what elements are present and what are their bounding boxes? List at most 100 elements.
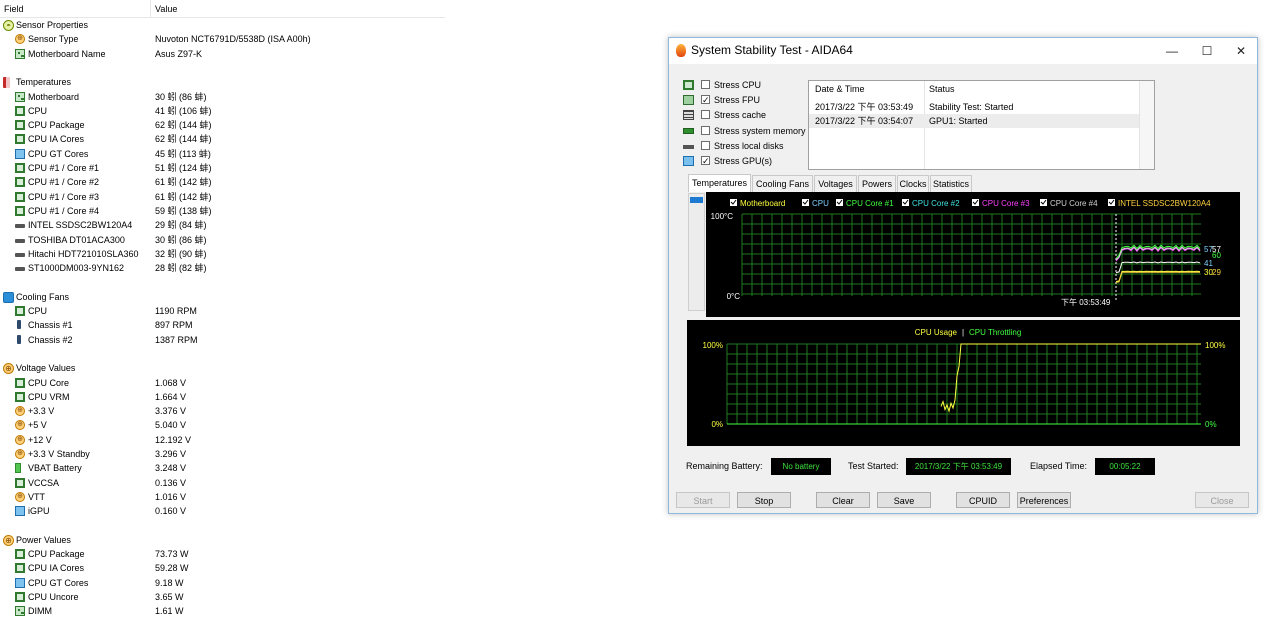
gpu-icon — [15, 577, 25, 588]
field-label: DIMM — [28, 606, 52, 617]
field-value: 9.18 W — [155, 577, 184, 588]
sensor-section-header[interactable]: Cooling Fans — [0, 290, 440, 304]
sensor-section-header[interactable]: Temperatures — [0, 75, 440, 89]
sensor-row[interactable]: CPU VRM 1.664 V — [0, 390, 440, 404]
sensor-row[interactable]: TOSHIBA DT01ACA300 30 蚓 (86 蚌) — [0, 233, 440, 247]
sensor-row[interactable]: ST1000DM003-9YN162 28 蚓 (82 蚌) — [0, 261, 440, 275]
stress-checkbox[interactable] — [701, 80, 710, 89]
graph-selector-strip[interactable] — [688, 193, 705, 311]
sensor-row[interactable]: Chassis #2 1387 RPM — [0, 333, 440, 347]
section-label: Voltage Values — [16, 363, 76, 374]
sensor-row[interactable]: CPU Uncore 3.65 W — [0, 590, 440, 604]
field-label: +12 V — [28, 434, 52, 445]
log-row-1-date[interactable]: 2017/3/22 下午 03:53:49 — [815, 100, 913, 114]
voltage-icon: ⊕ — [15, 406, 25, 417]
log-row-1-status[interactable]: Stability Test: Started — [929, 100, 1013, 114]
sensor-row[interactable]: INTEL SSDSC2BW120A4 29 蚓 (84 蚌) — [0, 218, 440, 232]
sensor-row[interactable]: CPU Package 62 蚓 (144 蚌) — [0, 118, 440, 132]
sensor-row[interactable]: CPU IA Cores 62 蚓 (144 蚌) — [0, 132, 440, 146]
sensor-row[interactable]: ⊕ +5 V 5.040 V — [0, 418, 440, 432]
tab-temperatures[interactable]: Temperatures — [688, 174, 751, 192]
sensor-row[interactable]: ⊕ +3.3 V 3.376 V — [0, 404, 440, 418]
column-header-field[interactable]: Field — [4, 4, 24, 14]
sensor-row[interactable]: ⊕ VTT 1.016 V — [0, 490, 440, 504]
sensor-row[interactable]: CPU Package 73.73 W — [0, 547, 440, 561]
disk-icon — [683, 144, 694, 149]
tab-powers[interactable]: Powers — [858, 175, 896, 192]
stress-option[interactable]: ✓ Stress GPU(s) — [683, 154, 813, 169]
legend-label: CPU — [812, 199, 829, 208]
maximize-button[interactable]: ☐ — [1190, 38, 1224, 64]
close-window-button[interactable]: ✕ — [1224, 38, 1258, 64]
sensor-row[interactable]: CPU GT Cores 45 蚓 (113 蚌) — [0, 147, 440, 161]
sensor-row[interactable]: CPU IA Cores 59.28 W — [0, 561, 440, 575]
voltage-icon: ⊕ — [15, 449, 25, 459]
sensor-row[interactable]: VCCSA 0.136 V — [0, 476, 440, 490]
sensor-row[interactable]: Motherboard Name Asus Z97-K — [0, 47, 440, 61]
tab-clocks[interactable]: Clocks — [897, 175, 929, 192]
cpu-icon — [15, 391, 25, 402]
tab-statistics[interactable]: Statistics — [930, 175, 972, 192]
stress-option[interactable]: Stress local disks — [683, 139, 813, 154]
log-row-2-status[interactable]: GPU1: Started — [929, 114, 988, 128]
temp-y-max-label: 100°C — [711, 212, 734, 221]
field-value: Asus Z97-K — [155, 48, 203, 59]
minimize-button[interactable]: — — [1155, 38, 1189, 64]
sensor-row[interactable]: CPU GT Cores 9.18 W — [0, 576, 440, 590]
event-log-table[interactable]: Date & Time Status 2017/3/22 下午 03:53:49… — [808, 80, 1155, 170]
temperature-current-values: 57 57604130 29 — [1204, 245, 1221, 277]
sensor-section-header[interactable]: ◓ Sensor Properties — [0, 18, 440, 32]
sensor-row[interactable]: Hitachi HDT721010SLA360 32 蚓 (90 蚌) — [0, 247, 440, 261]
stress-checkbox[interactable]: ✓ — [701, 95, 710, 105]
motherboard-icon — [15, 48, 25, 59]
stress-option-label: Stress system memory — [714, 125, 806, 136]
stress-option[interactable]: Stress system memory — [683, 124, 813, 139]
sensor-row[interactable]: CPU #1 / Core #2 61 蚓 (142 蚌) — [0, 175, 440, 189]
clear-button[interactable]: Clear — [816, 492, 870, 508]
voltage-icon: ⊕ — [15, 434, 25, 445]
tab-cooling-fans[interactable]: Cooling Fans — [752, 175, 813, 192]
sensor-row[interactable]: CPU 41 蚓 (106 蚌) — [0, 104, 440, 118]
sensor-row[interactable]: CPU #1 / Core #4 59 蚓 (138 蚌) — [0, 204, 440, 218]
stress-option[interactable]: ✓ Stress FPU — [683, 93, 813, 108]
sensor-row[interactable]: CPU #1 / Core #1 51 蚓 (124 蚌) — [0, 161, 440, 175]
save-button[interactable]: Save — [877, 492, 931, 508]
sensor-row[interactable]: Motherboard 30 蚓 (86 蚌) — [0, 90, 440, 104]
sensor-row[interactable]: VBAT Battery 3.248 V — [0, 461, 440, 475]
cpu-icon — [15, 163, 25, 173]
cpuid-button[interactable]: CPUID — [956, 492, 1010, 508]
stress-checkbox[interactable] — [701, 140, 710, 150]
stress-option[interactable]: Stress CPU — [683, 78, 813, 93]
stop-button[interactable]: Stop — [737, 492, 791, 508]
tab-voltages[interactable]: Voltages — [814, 175, 857, 192]
sensor-row[interactable]: DIMM 1.61 W — [0, 604, 440, 618]
stress-checkbox[interactable]: ✓ — [701, 156, 710, 166]
log-row-2-date[interactable]: 2017/3/22 下午 03:54:07 — [815, 114, 913, 128]
temperature-grid — [741, 213, 1201, 296]
close-button[interactable]: Close — [1195, 492, 1249, 508]
sensor-row[interactable]: CPU Core 1.068 V — [0, 376, 440, 390]
sensor-row[interactable]: Chassis #1 897 RPM — [0, 318, 440, 332]
column-header-value[interactable]: Value — [155, 4, 177, 14]
sensor-row[interactable]: ⊕ +3.3 V Standby 3.296 V — [0, 447, 440, 461]
sensor-row[interactable]: ⊕ Sensor Type Nuvoton NCT6791D/5538D (ISA … — [0, 32, 440, 46]
field-value: 62 蚓 (144 蚌) — [155, 134, 212, 145]
sensor-icon: ◓ — [3, 20, 14, 31]
preferences-button[interactable]: Preferences — [1017, 492, 1071, 508]
stress-option[interactable]: Stress cache — [683, 108, 813, 123]
sensor-section-header[interactable]: ⊕ Voltage Values — [0, 361, 440, 375]
sensor-section-header[interactable]: ⊕ Power Values — [0, 533, 440, 547]
stress-checkbox[interactable] — [701, 110, 710, 120]
title-bar[interactable]: System Stability Test - AIDA64 — ☐ ✕ — [669, 38, 1257, 64]
sensor-row[interactable]: iGPU 0.160 V — [0, 504, 440, 518]
sensor-row[interactable]: CPU #1 / Core #3 61 蚓 (142 蚌) — [0, 190, 440, 204]
sensor-row[interactable]: ⊕ +12 V 12.192 V — [0, 433, 440, 447]
stress-checkbox[interactable] — [701, 125, 710, 135]
start-button[interactable]: Start — [676, 492, 730, 508]
cache-icon — [683, 110, 694, 121]
log-scrollbar[interactable] — [1139, 81, 1154, 169]
disk-icon — [15, 267, 25, 272]
sensor-row[interactable]: CPU 1190 RPM — [0, 304, 440, 318]
current-temp-label: 60 — [1212, 251, 1221, 260]
field-label: VBAT Battery — [28, 463, 82, 474]
